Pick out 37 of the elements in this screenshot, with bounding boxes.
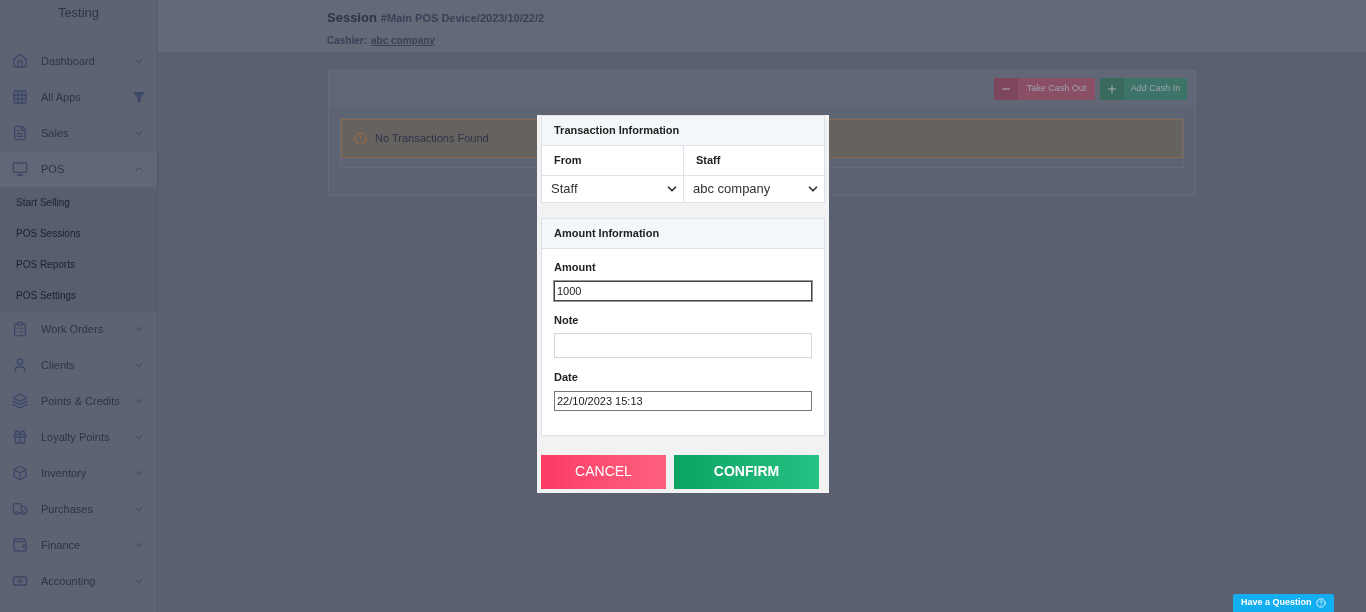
truck-icon [12, 501, 28, 517]
take-cash-out-button[interactable]: Take Cash Out [994, 78, 1095, 100]
gift-icon [12, 429, 28, 445]
column-heading: From [554, 153, 582, 169]
field-label: Date [554, 370, 579, 385]
clipboard-icon [12, 321, 28, 337]
grid-icon [12, 89, 28, 105]
person-icon [12, 357, 28, 373]
submenu-item[interactable]: POS Reports [16, 256, 75, 272]
monitor-icon [12, 161, 28, 177]
box-icon [12, 465, 28, 481]
filter-icon[interactable] [133, 91, 145, 103]
submenu-item[interactable]: POS Settings [16, 287, 77, 303]
input-field[interactable]: 1000 [554, 280, 812, 301]
select-field[interactable]: abc company [684, 176, 824, 202]
input-field[interactable]: 22/10/2023 15:13 [554, 390, 812, 411]
banknote-icon [12, 573, 28, 589]
submenu-item[interactable]: Start Selling [16, 194, 70, 210]
confirm-button[interactable]: CONFIRM [674, 454, 819, 489]
help-icon [1315, 598, 1326, 608]
alert-text: No Transactions Found [375, 131, 489, 147]
section-title: Transaction Information [554, 123, 680, 139]
home-icon [12, 53, 28, 69]
field-label: Amount [554, 260, 597, 275]
field-label: Note [554, 312, 580, 328]
add-cash-in-button[interactable]: Add Cash In [1100, 78, 1187, 100]
section-title: Amount Information [554, 226, 660, 242]
column-heading: Staff [696, 153, 721, 169]
alert-icon [354, 132, 367, 145]
submenu-item[interactable]: POS Sessions [16, 225, 81, 241]
plus-icon [1106, 83, 1118, 95]
cancel-button[interactable]: CANCEL [541, 454, 666, 489]
help-button[interactable]: Have a Question [1233, 594, 1334, 612]
input-field[interactable] [554, 333, 812, 358]
layers-icon [12, 393, 28, 409]
document-icon [12, 125, 28, 141]
select-field[interactable]: Staff [542, 176, 684, 202]
